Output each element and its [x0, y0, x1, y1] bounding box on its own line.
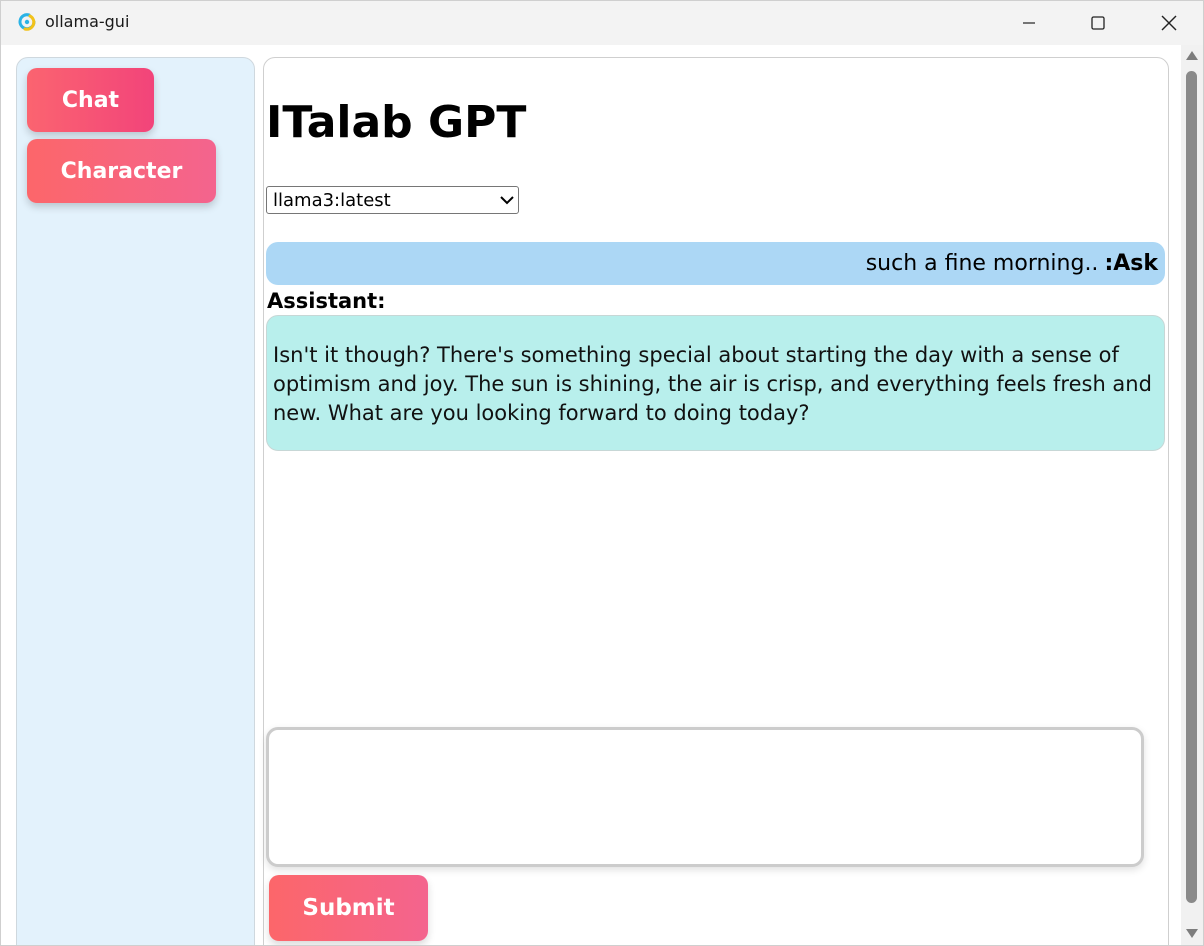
model-select[interactable]: llama3:latest [266, 186, 519, 214]
chat-panel: ITalab GPT llama3:latest such a fine mor… [263, 57, 1169, 945]
ollama-app-icon [17, 12, 37, 32]
sidebar: Chat Character [16, 57, 255, 945]
sidebar-item-chat[interactable]: Chat [27, 68, 154, 132]
scroll-up-arrow-icon[interactable] [1186, 51, 1198, 60]
sidebar-item-label: Character [60, 158, 183, 184]
message-input[interactable] [266, 727, 1144, 867]
assistant-label: Assistant: [267, 289, 386, 313]
model-select-value: llama3:latest [273, 189, 391, 211]
scroll-thumb[interactable] [1186, 71, 1197, 903]
user-message: such a fine morning.. :Ask [266, 242, 1165, 285]
page-title: ITalab GPT [266, 97, 527, 148]
sidebar-item-label: Chat [61, 87, 120, 113]
close-icon [1161, 15, 1177, 31]
minimize-button[interactable] [1006, 1, 1052, 45]
scroll-down-arrow-icon[interactable] [1186, 929, 1198, 938]
vertical-scrollbar[interactable] [1181, 45, 1203, 945]
assistant-message: Isn't it though? There's something speci… [266, 315, 1165, 451]
close-button[interactable] [1146, 1, 1192, 45]
user-message-text: such a fine morning.. [865, 251, 1099, 276]
chevron-down-icon [496, 187, 518, 213]
title-bar[interactable]: ollama-gui [1, 1, 1203, 45]
window-title: ollama-gui [45, 12, 130, 31]
submit-label: Submit [302, 895, 395, 921]
maximize-icon [1091, 16, 1105, 30]
maximize-button[interactable] [1075, 1, 1121, 45]
minimize-icon [1023, 17, 1035, 29]
ask-label: :Ask [1104, 251, 1158, 276]
sidebar-item-character[interactable]: Character [27, 139, 216, 203]
submit-button[interactable]: Submit [269, 875, 428, 941]
app-window: ollama-gui Chat Character ITalab GPT lla… [0, 0, 1204, 946]
